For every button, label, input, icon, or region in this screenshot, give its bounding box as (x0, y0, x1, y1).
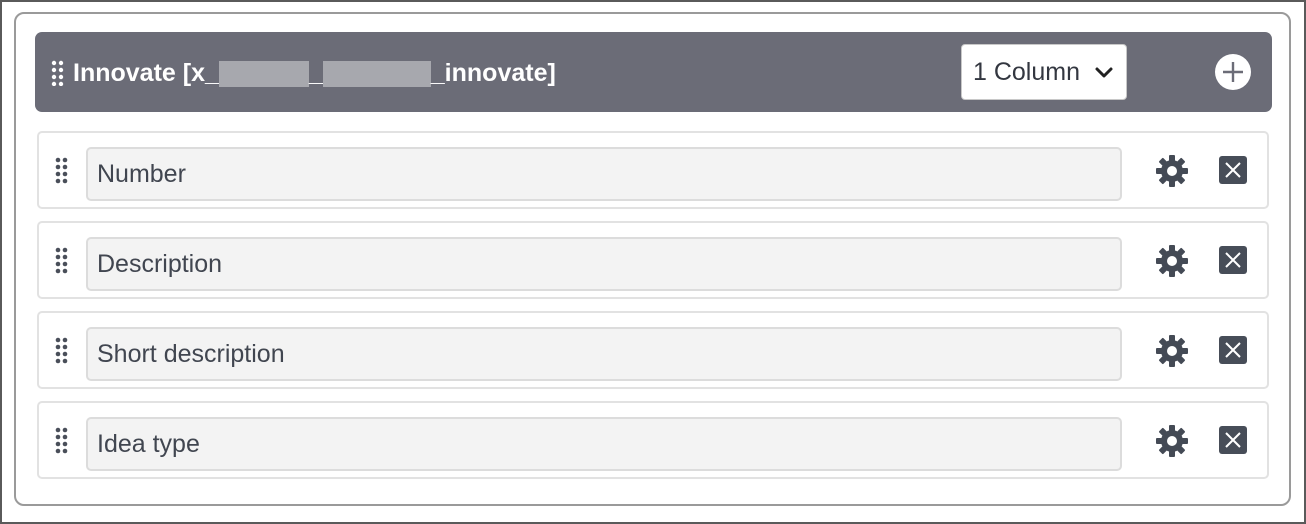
drag-handle-icon[interactable] (55, 157, 69, 185)
section-title-suffix: _innovate] (430, 59, 556, 87)
column-layout-select[interactable]: 1 Column (961, 44, 1127, 100)
drag-handle-icon[interactable] (55, 247, 69, 275)
form-section-panel: Innovate [x_ _ _innovate] 1 Column Numbe… (14, 12, 1291, 506)
gear-icon[interactable] (1154, 153, 1190, 189)
close-box-icon[interactable] (1218, 335, 1248, 365)
close-box-icon[interactable] (1218, 245, 1248, 275)
drag-handle-icon[interactable] (55, 427, 69, 455)
section-title: Innovate [x_ _ _innovate] (73, 58, 556, 88)
field-row[interactable]: Description (37, 221, 1269, 299)
redacted-text (322, 61, 431, 87)
column-layout-value: 1 Column (973, 57, 1080, 86)
plus-circle-icon[interactable] (1215, 54, 1251, 90)
field-row[interactable]: Number (37, 131, 1269, 209)
drag-handle-icon[interactable] (51, 60, 65, 86)
field-row[interactable]: Short description (37, 311, 1269, 389)
gear-icon[interactable] (1154, 423, 1190, 459)
section-title-prefix: Innovate [x_ (73, 59, 219, 87)
gear-icon[interactable] (1154, 333, 1190, 369)
section-header[interactable]: Innovate [x_ _ _innovate] 1 Column (35, 32, 1272, 112)
drag-handle-icon[interactable] (55, 337, 69, 365)
gear-icon[interactable] (1154, 243, 1190, 279)
field-name-input[interactable]: Idea type (86, 417, 1122, 471)
field-name-input[interactable]: Description (86, 237, 1122, 291)
redacted-text (218, 61, 309, 87)
field-name-input[interactable]: Short description (86, 327, 1122, 381)
field-row[interactable]: Idea type (37, 401, 1269, 479)
close-box-icon[interactable] (1218, 155, 1248, 185)
field-name-input[interactable]: Number (86, 147, 1122, 201)
close-box-icon[interactable] (1218, 425, 1248, 455)
chevron-down-icon (1095, 67, 1113, 78)
section-title-mid: _ (308, 59, 323, 87)
